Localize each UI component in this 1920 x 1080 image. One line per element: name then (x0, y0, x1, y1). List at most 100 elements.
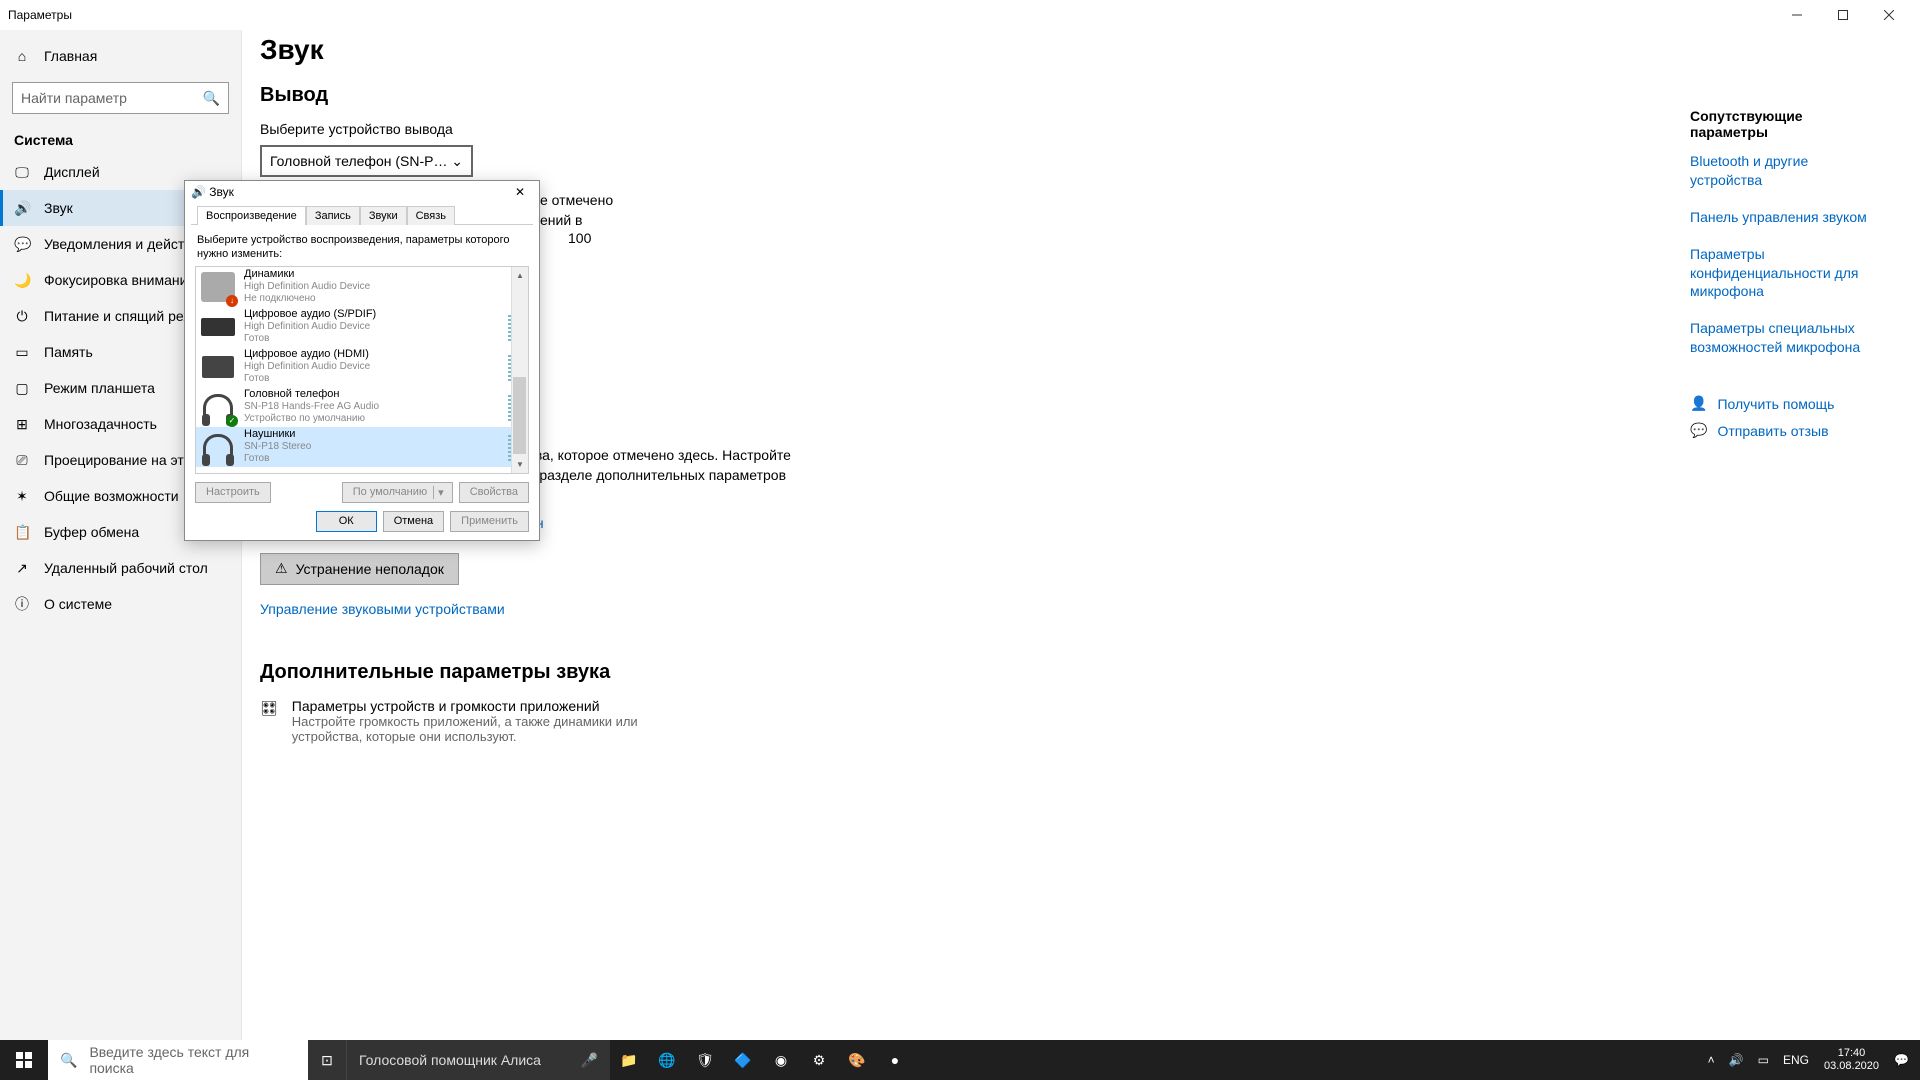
clip-icon: 📋 (14, 524, 30, 541)
search-icon: 🔍 (60, 1052, 77, 1069)
properties-button: Свойства (459, 482, 529, 503)
scroll-thumb[interactable] (513, 377, 526, 454)
output-device-label: Выберите устройство вывода (260, 121, 880, 137)
device-status: Готов (244, 373, 500, 385)
tab-sounds[interactable]: Звуки (360, 206, 407, 225)
troubleshoot-button[interactable]: ⚠ Устранение неполадок (260, 553, 459, 585)
related-panel: Сопутствующие параметры Bluetooth и друг… (1690, 108, 1880, 449)
sidebar-item-label: Удаленный рабочий стол (44, 560, 208, 576)
device-status: Готов (244, 333, 500, 345)
notif-icon: 💬 (14, 236, 30, 253)
alisa-label: Голосовой помощник Алиса (359, 1052, 581, 1068)
apply-button: Применить (450, 511, 529, 532)
device-name: Цифровое аудио (HDMI) (244, 348, 500, 361)
start-button[interactable] (0, 1040, 48, 1080)
sidebar-item-label: Режим планшета (44, 380, 155, 396)
tray-notifications[interactable]: 💬 (1887, 1040, 1916, 1080)
dialog-instruction: Выберите устройство воспроизведения, пар… (185, 225, 539, 266)
output-device-select[interactable]: Головной телефон (SN-P18 Hand... ⌄ (260, 145, 473, 177)
shared-icon: ✶ (14, 488, 30, 505)
tray-expand[interactable]: ˄ (1701, 1040, 1722, 1080)
spdif-device-icon (200, 309, 236, 345)
taskbar-app[interactable]: 🎨 (838, 1040, 876, 1080)
device-item-selected[interactable]: НаушникиSN-P18 StereoГотов (196, 427, 528, 467)
warning-icon: ⚠ (275, 560, 288, 577)
scroll-up-icon[interactable]: ▲ (512, 267, 528, 284)
home-link[interactable]: ⌂ Главная (0, 38, 241, 74)
sidebar-item-label: Многозадачность (44, 416, 157, 432)
troubleshoot-label: Устранение неполадок (296, 561, 444, 577)
display-icon: 🖵 (14, 164, 30, 181)
device-item[interactable]: ✓ Головной телефонSN-P18 Hands-Free AG A… (196, 387, 528, 427)
sound-icon: 🔊 (14, 200, 30, 217)
device-sub: High Definition Audio Device (244, 281, 370, 293)
tab-comm[interactable]: Связь (407, 206, 455, 225)
scrollbar[interactable]: ▲ ▼ (511, 267, 528, 473)
close-button[interactable] (1866, 0, 1912, 30)
related-link[interactable]: Bluetooth и другие устройства (1690, 152, 1880, 190)
chevron-down-icon: ⌄ (451, 153, 463, 170)
device-item[interactable]: Цифровое аудио (S/PDIF)High Definition A… (196, 307, 528, 347)
chevron-up-icon: ˄ (1708, 1053, 1715, 1067)
volume-icon: 🔊 (1729, 1053, 1744, 1067)
app-icon: ● (891, 1052, 899, 1068)
paint-icon: 🎨 (848, 1052, 865, 1069)
clock-time: 17:40 (1824, 1047, 1879, 1060)
device-name: Цифровое аудио (S/PDIF) (244, 308, 500, 321)
edge-icon: 🌐 (658, 1052, 675, 1069)
sidebar-item-label: Дисплей (44, 164, 100, 180)
device-list: ↓ ДинамикиHigh Definition Audio DeviceНе… (195, 266, 529, 474)
related-link[interactable]: Панель управления звуком (1690, 208, 1880, 227)
taskbar-app[interactable]: ⚙ (800, 1040, 838, 1080)
taskbar-app[interactable]: 🛡 (686, 1040, 724, 1080)
device-item[interactable]: Цифровое аудио (HDMI)High Definition Aud… (196, 347, 528, 387)
dialog-tabs: Воспроизведение Запись Звуки Связь (191, 203, 533, 225)
explorer-icon: 📁 (620, 1052, 637, 1069)
taskbar-app[interactable]: ◉ (762, 1040, 800, 1080)
clock-date: 03.08.2020 (1824, 1060, 1879, 1073)
set-default-button: По умолчанию (342, 482, 453, 503)
get-help-link[interactable]: 👤Получить помощь (1690, 395, 1880, 412)
device-name: Динамики (244, 268, 370, 281)
minimize-button[interactable] (1774, 0, 1820, 30)
device-sub: SN-P18 Stereo (244, 441, 500, 453)
multi-icon: ⊞ (14, 416, 30, 433)
tab-playback[interactable]: Воспроизведение (197, 206, 306, 225)
chrome-icon: ◉ (775, 1052, 787, 1069)
cancel-button[interactable]: Отмена (383, 511, 444, 532)
maximize-button[interactable] (1820, 0, 1866, 30)
scroll-down-icon[interactable]: ▼ (512, 456, 528, 473)
output-heading: Вывод (260, 84, 880, 107)
taskbar-search[interactable]: 🔍 Введите здесь текст для поиска (48, 1040, 308, 1080)
taskbar-app[interactable]: 🌐 (648, 1040, 686, 1080)
focus-icon: 🌙 (14, 272, 30, 289)
device-sub: SN-P18 Hands-Free AG Audio (244, 401, 500, 413)
taskbar: 🔍 Введите здесь текст для поиска ⊡ Голос… (0, 1040, 1920, 1080)
related-heading: Сопутствующие параметры (1690, 108, 1880, 140)
manage-devices-link[interactable]: Управление звуковыми устройствами (260, 601, 505, 617)
device-item[interactable]: ↓ ДинамикиHigh Definition Audio DeviceНе… (196, 267, 528, 307)
dialog-close-button[interactable]: ✕ (507, 185, 533, 199)
taskbar-app[interactable]: ● (876, 1040, 914, 1080)
feedback-label: Отправить отзыв (1717, 423, 1828, 439)
remote-icon: ↗ (14, 560, 30, 577)
speaker-icon: 🔊 (191, 185, 206, 199)
app-volume-title[interactable]: Параметры устройств и громкости приложен… (292, 698, 712, 714)
sidebar-item-remote[interactable]: ↗ Удаленный рабочий стол (0, 550, 241, 586)
ok-button[interactable]: ОК (316, 511, 377, 532)
tray-network[interactable]: ▭ (1751, 1040, 1776, 1080)
tray-clock[interactable]: 17:40 03.08.2020 (1816, 1047, 1887, 1073)
tray-volume[interactable]: 🔊 (1722, 1040, 1751, 1080)
related-link[interactable]: Параметры специальных возможностей микро… (1690, 319, 1880, 357)
taskbar-app[interactable]: 🔷 (724, 1040, 762, 1080)
taskbar-app[interactable]: 📁 (610, 1040, 648, 1080)
tray-lang[interactable]: ENG (1776, 1040, 1816, 1080)
related-link[interactable]: Параметры конфиденциальности для микрофо… (1690, 245, 1880, 302)
alisa-bar[interactable]: Голосовой помощник Алиса 🎤 (346, 1040, 610, 1080)
dialog-titlebar[interactable]: 🔊 Звук ✕ (185, 181, 539, 203)
sidebar-item-about[interactable]: ⓘО системе (0, 586, 241, 622)
tab-record[interactable]: Запись (306, 206, 360, 225)
search-input[interactable]: Найти параметр 🔍 (12, 82, 229, 114)
feedback-link[interactable]: 💬Отправить отзыв (1690, 422, 1880, 439)
task-view-button[interactable]: ⊡ (308, 1040, 346, 1080)
